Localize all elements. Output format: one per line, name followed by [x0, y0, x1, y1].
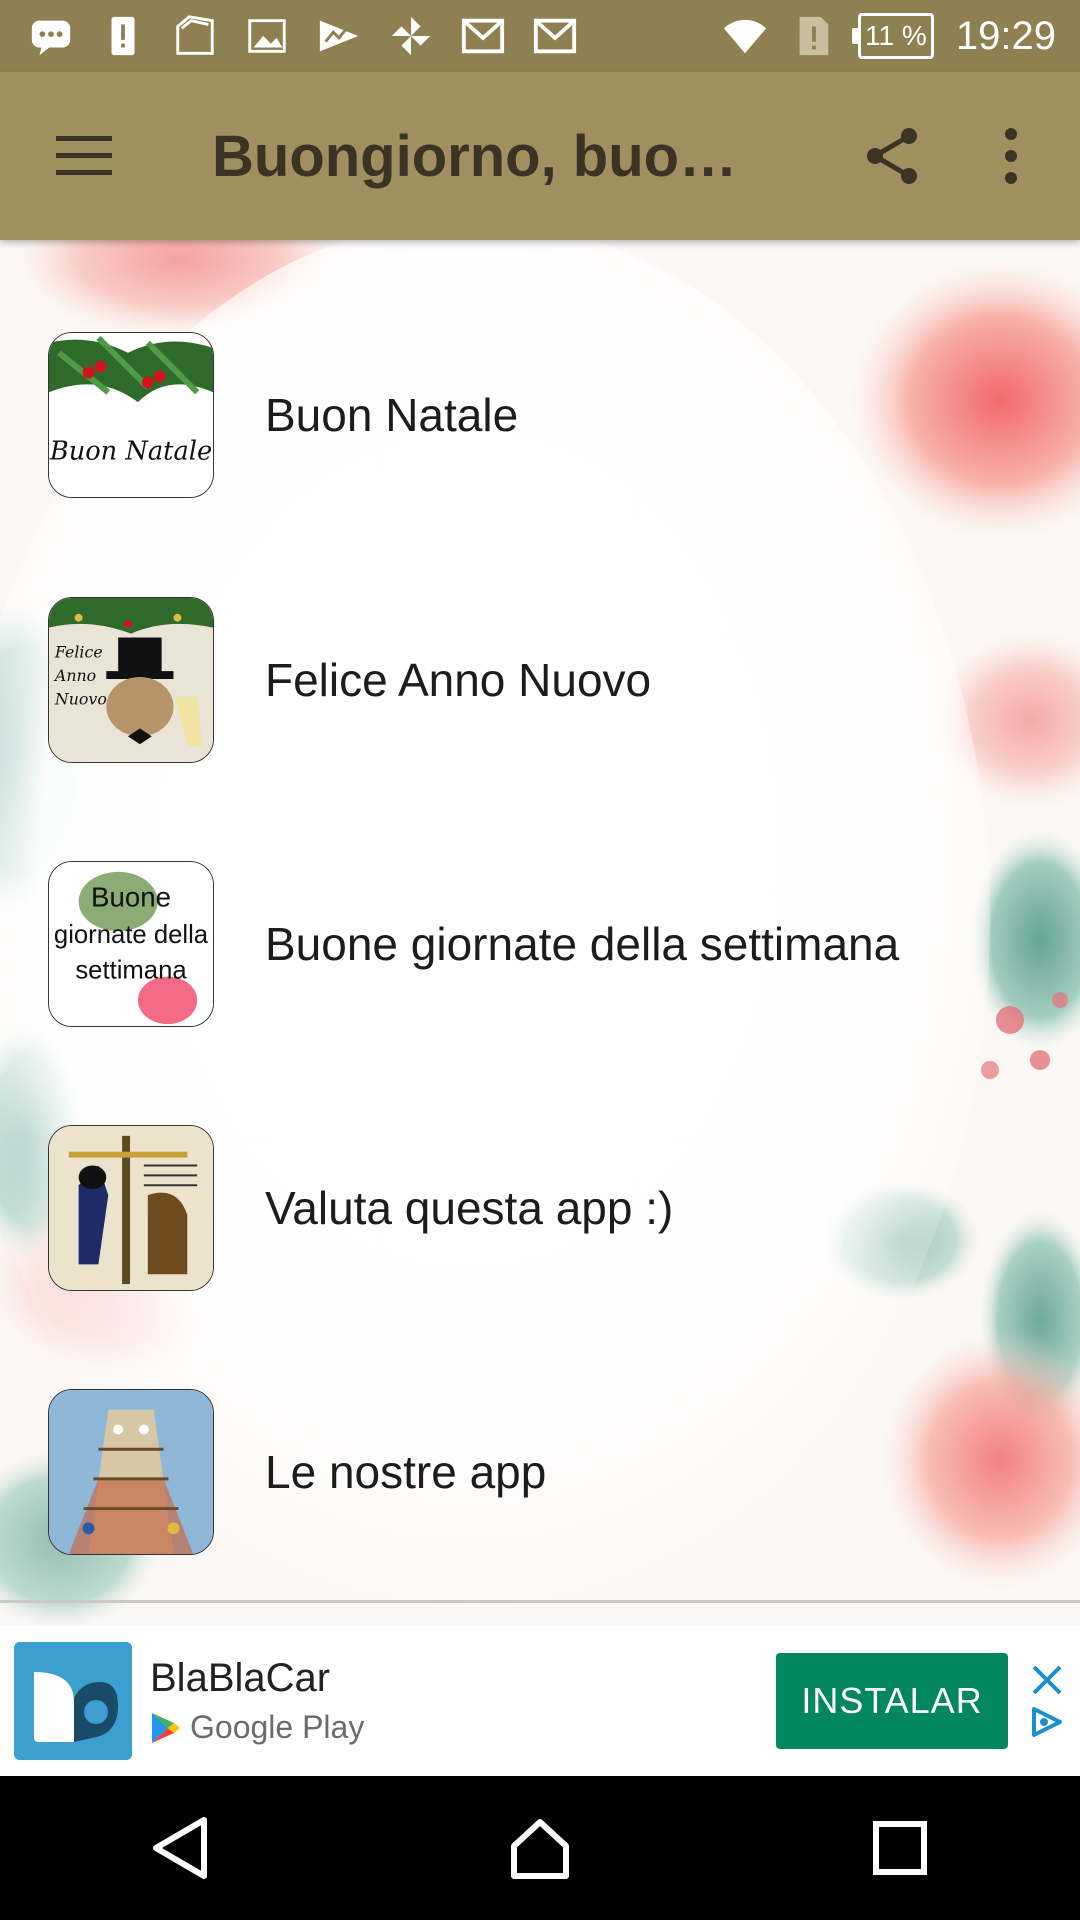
store-name: Google Play [190, 1709, 365, 1745]
gmail-icon [532, 13, 578, 59]
image-icon [244, 13, 290, 59]
gmail-icon [460, 13, 506, 59]
blablacar-logo[interactable] [14, 1642, 132, 1760]
wifi-icon [722, 13, 768, 59]
divider [0, 1600, 1080, 1603]
pinwheel-icon [388, 13, 434, 59]
svg-text:settimana: settimana [75, 957, 187, 985]
page-title: Buongiorno, buona… [212, 123, 772, 189]
svg-text:Felice: Felice [54, 642, 103, 661]
status-bar: 11 % 19:29 [0, 0, 1080, 72]
list-item[interactable]: Buon Natale Buon Natale [0, 315, 1080, 515]
app-bar: Buongiorno, buona… [0, 72, 1080, 240]
thumb-buone-giornate: Buone giornate della settimana [48, 861, 214, 1027]
battery-level: 11 % [865, 20, 927, 51]
ad-banner[interactable]: BlaBlaCar Google Play INSTALAR [0, 1626, 1080, 1776]
recents-icon[interactable] [850, 1798, 950, 1898]
list-item-label: Le nostre app [265, 1446, 547, 1498]
google-play-badge: Google Play [150, 1709, 364, 1746]
more-vert-icon[interactable] [966, 111, 1056, 201]
install-button[interactable]: INSTALAR [776, 1653, 1008, 1749]
thumb-felice-anno-nuovo: Felice Anno Nuovo [48, 597, 214, 763]
svg-text:giornate della: giornate della [54, 921, 209, 949]
ad-app-name[interactable]: BlaBlaCar [150, 1656, 364, 1701]
alert-icon [100, 13, 146, 59]
sim-icon [172, 13, 218, 59]
thumb-valuta-app [48, 1125, 214, 1291]
thumb-nostre-app [48, 1389, 214, 1555]
thumb-buon-natale: Buon Natale [48, 332, 214, 498]
list-item[interactable]: Valuta questa app :) [0, 1108, 1080, 1308]
clock: 19:29 [955, 13, 1056, 58]
no-sim-icon [790, 13, 836, 59]
list-item-label: Felice Anno Nuovo [265, 654, 652, 706]
back-icon[interactable] [130, 1798, 230, 1898]
list-item-label: Buone giornate della settimana [265, 918, 900, 970]
close-icon[interactable] [1030, 1663, 1064, 1697]
content-area: Buon Natale Buon Natale Felice Anno Nuov… [0, 240, 1080, 1626]
activity-icon [316, 13, 362, 59]
svg-text:Anno: Anno [53, 666, 96, 685]
list-item-label: Buon Natale [265, 389, 519, 441]
nav-bar [0, 1776, 1080, 1920]
message-icon [28, 13, 74, 59]
svg-text:Buon Natale: Buon Natale [49, 436, 212, 466]
list-item[interactable]: Felice Anno Nuovo Felice Anno Nuovo [0, 580, 1080, 780]
share-icon[interactable] [848, 111, 938, 201]
home-icon[interactable] [490, 1798, 590, 1898]
list-item-label: Valuta questa app :) [265, 1182, 674, 1234]
google-play-icon [152, 1712, 180, 1743]
svg-text:Nuovo: Nuovo [54, 690, 107, 709]
list-item[interactable]: Le nostre app [0, 1372, 1080, 1572]
hamburger-menu-icon[interactable] [40, 112, 128, 200]
battery-icon: 11 % [851, 13, 934, 59]
list-item[interactable]: Buone giornate della settimana Buone gio… [0, 844, 1080, 1044]
adchoices-icon[interactable] [1028, 1705, 1066, 1739]
svg-text:Buone: Buone [91, 881, 171, 912]
